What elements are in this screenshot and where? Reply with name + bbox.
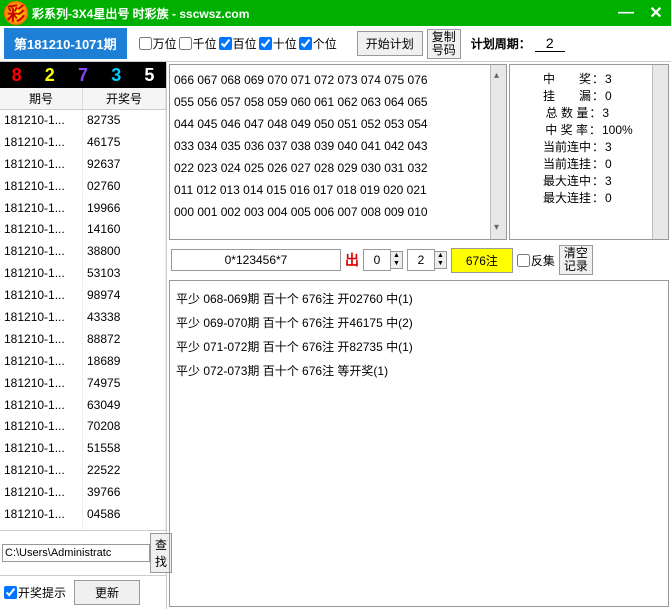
table-row[interactable]: 181210-1...38800 <box>0 241 166 263</box>
mid-bar: 出 ▲▼ ▲▼ 676注 反集 清空 记录 <box>167 242 671 278</box>
stat-row: 最大连挂：0 <box>514 190 664 207</box>
digit-strip: 82735 <box>0 62 166 88</box>
digit-cell: 8 <box>0 62 33 88</box>
path-row: 查找 <box>0 530 166 575</box>
plan-cycle-input[interactable] <box>535 35 565 52</box>
table-row[interactable]: 181210-1...92637 <box>0 154 166 176</box>
title-bar: 彩 彩系列-3X4星出号 时彩族 - sscwsz.com — ✕ <box>0 0 671 26</box>
plan-cycle-label: 计划周期： <box>471 35 531 52</box>
table-row[interactable]: 181210-1...19966 <box>0 198 166 220</box>
stat-row: 最大连中：3 <box>514 173 664 190</box>
log-line: 平少 071-072期 百十个 676注 开82735 中(1) <box>176 335 662 359</box>
table-row[interactable]: 181210-1...88872 <box>0 329 166 351</box>
table-row[interactable]: 181210-1...98974 <box>0 285 166 307</box>
table-row[interactable]: 181210-1...82735 <box>0 110 166 132</box>
col-header[interactable]: 开奖号 <box>83 88 166 109</box>
log-line: 平少 069-070期 百十个 676注 开46175 中(2) <box>176 311 662 335</box>
stat-row: 中 奖 率：100% <box>514 122 664 139</box>
digit-cell: 7 <box>66 62 99 88</box>
table-row[interactable]: 181210-1...51558 <box>0 438 166 460</box>
log-line: 平少 072-073期 百十个 676注 等开奖(1) <box>176 359 662 383</box>
table-row[interactable]: 181210-1...53103 <box>0 263 166 285</box>
path-input[interactable] <box>2 544 150 562</box>
plan-cycle: 计划周期： <box>471 35 565 52</box>
copy-code-button[interactable]: 复制 号码 <box>427 29 461 59</box>
table-row[interactable]: 181210-1...43338 <box>0 307 166 329</box>
app-icon: 彩 <box>4 1 28 25</box>
start-plan-button[interactable]: 开始计划 <box>357 31 423 56</box>
number-grid[interactable]: 066 067 068 069 070 071 072 073 074 075 … <box>169 64 507 240</box>
period-span-spinner[interactable]: ▲▼ <box>407 249 447 271</box>
draw-tip-checkbox[interactable]: 开奖提示 <box>4 584 66 601</box>
stat-row: 总 数 量：3 <box>514 105 664 122</box>
digit-cell: 5 <box>133 62 166 88</box>
right-panel: 066 067 068 069 070 071 072 073 074 075 … <box>167 62 671 609</box>
clear-log-button[interactable]: 清空 记录 <box>559 245 593 275</box>
digit-check[interactable]: 十位 <box>259 35 297 52</box>
digit-check[interactable]: 个位 <box>299 35 337 52</box>
stats-panel: 中 奖：3挂 漏：0总 数 量：3中 奖 率：100%当前连中：3当前连挂：0最… <box>509 64 669 240</box>
left-panel: 82735 期号开奖号 181210-1...82735181210-1...4… <box>0 62 167 609</box>
table-row[interactable]: 181210-1...74975 <box>0 373 166 395</box>
table-row[interactable]: 181210-1...02760 <box>0 176 166 198</box>
digit-check[interactable]: 百位 <box>219 35 257 52</box>
table-row[interactable]: 181210-1...14160 <box>0 219 166 241</box>
minimize-button[interactable]: — <box>611 0 641 26</box>
stat-row: 当前连中：3 <box>514 139 664 156</box>
stat-row: 挂 漏：0 <box>514 88 664 105</box>
table-row[interactable]: 181210-1...39766 <box>0 482 166 504</box>
scrollbar[interactable] <box>652 65 668 239</box>
pattern-input[interactable] <box>171 249 341 271</box>
table-row[interactable]: 181210-1...23084 <box>0 526 166 530</box>
toolbar: 第181210-1071期 万位千位百位十位个位 开始计划 复制 号码 计划周期… <box>0 26 671 62</box>
table-row[interactable]: 181210-1...63049 <box>0 395 166 417</box>
digit-cell: 2 <box>33 62 66 88</box>
table-row[interactable]: 181210-1...04586 <box>0 504 166 526</box>
digit-check[interactable]: 万位 <box>139 35 177 52</box>
table-row[interactable]: 181210-1...46175 <box>0 132 166 154</box>
stat-row: 中 奖：3 <box>514 71 664 88</box>
out-count-spinner[interactable]: ▲▼ <box>363 249 403 271</box>
window-title: 彩系列-3X4星出号 时彩族 - sscwsz.com <box>32 5 611 22</box>
digit-position-checks: 万位千位百位十位个位 <box>139 35 337 52</box>
period-tab[interactable]: 第181210-1071期 <box>4 28 127 59</box>
digit-check[interactable]: 千位 <box>179 35 217 52</box>
table-row[interactable]: 181210-1...18689 <box>0 351 166 373</box>
fanji-checkbox[interactable]: 反集 <box>517 252 555 269</box>
table-row[interactable]: 181210-1...70208 <box>0 416 166 438</box>
zhu-badge: 676注 <box>451 248 513 273</box>
refresh-button[interactable]: 更新 <box>74 580 140 605</box>
bottom-row: 开奖提示 更新 <box>0 575 166 609</box>
scrollbar[interactable] <box>490 65 506 239</box>
log-panel[interactable]: 平少 068-069期 百十个 676注 开02760 中(1)平少 069-0… <box>169 280 669 607</box>
log-line: 平少 068-069期 百十个 676注 开02760 中(1) <box>176 287 662 311</box>
chu-label: 出 <box>345 250 359 270</box>
digit-cell: 3 <box>100 62 133 88</box>
col-header[interactable]: 期号 <box>0 88 83 109</box>
table-row[interactable]: 181210-1...22522 <box>0 460 166 482</box>
close-button[interactable]: ✕ <box>641 0 671 26</box>
results-table: 期号开奖号 181210-1...82735181210-1...4617518… <box>0 88 166 530</box>
stat-row: 当前连挂：0 <box>514 156 664 173</box>
